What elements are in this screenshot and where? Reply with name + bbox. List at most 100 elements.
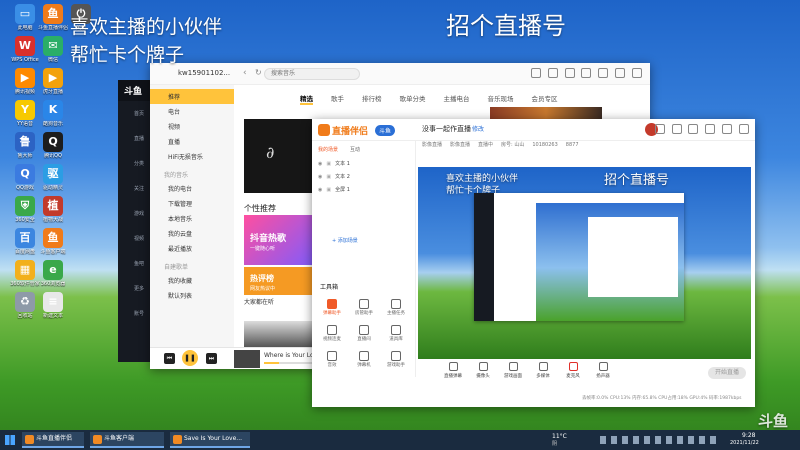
room-title[interactable]: 没事一起作直播 xyxy=(422,124,471,134)
taskbar-item[interactable]: 斗鱼直播伴侣 xyxy=(22,432,84,448)
sidebar-item[interactable]: 视频 xyxy=(150,119,234,134)
app-icon: ▶ xyxy=(43,68,63,88)
scene-item[interactable]: ◉ ▣ 文本 2 xyxy=(312,170,415,183)
sidebar-item[interactable]: 我的云盘 xyxy=(150,226,234,241)
tool-button[interactable]: 游戏助手 xyxy=(380,349,412,375)
source-button[interactable]: 麦克风 xyxy=(558,362,588,379)
taskbar-item[interactable]: Save Is Your Love... xyxy=(170,432,250,448)
sidebar-item[interactable]: 推荐 xyxy=(150,89,234,104)
maximize-icon[interactable] xyxy=(615,68,626,78)
eye-icon[interactable]: ◉ xyxy=(318,161,322,167)
play-pause-icon[interactable]: ❚❚ xyxy=(182,350,198,366)
sidebar-item[interactable]: 我的收藏 xyxy=(150,273,234,288)
add-scene-button[interactable]: + 添加场景 xyxy=(332,237,358,244)
lock-icon[interactable]: ▣ xyxy=(326,174,331,180)
companion-tag[interactable]: 斗鱼 xyxy=(375,125,396,136)
sidebar-item[interactable]: 本地音乐 xyxy=(150,211,234,226)
sidebar-item[interactable]: 电台 xyxy=(150,104,234,119)
tool-button[interactable]: 音效 xyxy=(316,349,348,375)
search-input[interactable] xyxy=(264,68,360,80)
music-tab[interactable]: 歌手 xyxy=(331,93,344,103)
music-tab[interactable]: 排行榜 xyxy=(362,93,382,103)
minimize-icon[interactable] xyxy=(705,124,716,134)
menu-icon[interactable] xyxy=(688,124,699,134)
artist-photo[interactable] xyxy=(244,321,320,347)
back-arrow-icon[interactable]: ‹ xyxy=(243,68,247,78)
weather-temp[interactable]: 11°C xyxy=(552,433,567,440)
desktop-icon[interactable]: e 360浏览器 xyxy=(36,260,70,288)
minimize-icon[interactable] xyxy=(598,68,609,78)
lock-icon[interactable]: ▣ xyxy=(326,187,331,193)
preview-canvas[interactable]: 喜欢主播的小伙伴 帮忙卡个牌子 招个直播号 xyxy=(418,167,751,359)
desktop-icon[interactable]: K 酷狗音乐 xyxy=(36,100,70,128)
source-button[interactable]: 游戏画面 xyxy=(498,362,528,379)
desktop-icon[interactable]: 鱼斗鱼客户端 xyxy=(36,228,70,256)
eye-icon[interactable]: ◉ xyxy=(318,174,322,180)
clock-time[interactable]: 9:28 xyxy=(742,432,755,439)
source-button[interactable]: 扬声器 xyxy=(588,362,618,379)
sidebar-item[interactable]: 我的电台 xyxy=(150,181,234,196)
skin-icon[interactable] xyxy=(547,68,558,78)
card-hot-comments[interactable]: 热评榜 网友热议中 xyxy=(244,267,320,295)
sidebar-item[interactable]: 默认列表 xyxy=(150,288,234,303)
previous-track-icon[interactable]: ⏮ xyxy=(164,353,175,364)
headphone-icon[interactable] xyxy=(530,68,541,78)
desktop-icon[interactable]: 驱驱动精灵 xyxy=(36,164,70,192)
progress-track[interactable] xyxy=(264,362,314,364)
source-button[interactable]: 直播弹幕 xyxy=(438,362,468,379)
weather-text[interactable]: 阴 xyxy=(552,440,557,447)
message-icon[interactable] xyxy=(564,68,575,78)
tool-button[interactable]: 直播间 xyxy=(348,323,380,349)
sidebar-item[interactable]: 下载管理 xyxy=(150,196,234,211)
music-tab[interactable]: 主播电台 xyxy=(444,93,470,103)
close-icon[interactable] xyxy=(632,68,642,78)
scene-tab[interactable]: 互动 xyxy=(350,147,360,153)
tool-button[interactable]: 弹幕机 xyxy=(348,349,380,375)
tool-button[interactable]: 弹幕助手 xyxy=(316,297,348,323)
source-button[interactable]: 多媒体 xyxy=(528,362,558,379)
refresh-icon[interactable]: ↻ xyxy=(255,68,262,77)
music-tab[interactable]: 精选 xyxy=(300,93,313,105)
settings-icon[interactable] xyxy=(581,68,592,78)
scene-tab[interactable]: 我的场景 xyxy=(318,147,338,153)
music-tab[interactable]: 会员专区 xyxy=(532,93,558,103)
app-icon: 植 xyxy=(43,196,63,216)
card-douyin-hot[interactable]: 抖音热歌 一键随心听 xyxy=(244,215,320,265)
scene-item[interactable]: ◉ ▣ 文本 1 xyxy=(312,157,415,170)
desktop-icon[interactable]: Q 腾讯QQ xyxy=(36,132,70,160)
eye-icon[interactable]: ◉ xyxy=(318,187,322,193)
tool-button[interactable]: 视频连麦 xyxy=(316,323,348,349)
tool-button[interactable]: 房管助手 xyxy=(348,297,380,323)
tool-button[interactable]: 道具库 xyxy=(380,323,412,349)
desktop-icon[interactable]: ≡ 新建文本 xyxy=(36,292,70,320)
sidebar-item[interactable]: HiFi无损音乐 xyxy=(150,149,234,164)
room-edit[interactable]: 修改 xyxy=(472,124,484,133)
scene-item[interactable]: ◉ ▣ 全屏 1 xyxy=(312,183,415,196)
sidebar-item[interactable]: 直播 xyxy=(150,134,234,149)
desktop-icon[interactable]: 植植物大战 xyxy=(36,196,70,224)
user-name[interactable]: kw15901102... xyxy=(178,69,230,77)
clock-date[interactable]: 2021/11/22 xyxy=(730,440,759,446)
tool-label: 视频连麦 xyxy=(323,337,341,342)
desktop-icon[interactable]: ▶ 虎牙直播 xyxy=(36,68,70,96)
windows-start-icon[interactable] xyxy=(5,435,15,445)
tool-button[interactable]: 主播任务 xyxy=(380,297,412,323)
music-tab[interactable]: 音乐现场 xyxy=(488,93,514,103)
source-label: 游戏画面 xyxy=(504,374,522,379)
maximize-icon[interactable] xyxy=(722,124,733,134)
album-thumb[interactable] xyxy=(234,350,260,368)
sidebar-item[interactable]: 最近播放 xyxy=(150,241,234,256)
music-tab[interactable]: 歌单分类 xyxy=(400,93,426,103)
recommend-banner[interactable]: ∂ xyxy=(244,119,320,193)
message-icon[interactable] xyxy=(671,124,682,134)
close-icon[interactable] xyxy=(739,124,749,134)
gift-icon[interactable] xyxy=(654,124,665,134)
sidebar-group-title-my-music: 我的音乐 xyxy=(164,172,189,179)
taskbar-item[interactable]: 斗鱼客户端 xyxy=(90,432,164,448)
lock-icon[interactable]: ▣ xyxy=(326,161,331,167)
desktop-icon[interactable]: ✉ 微信 xyxy=(36,36,70,64)
next-track-icon[interactable]: ⏭ xyxy=(206,353,217,364)
source-button[interactable]: 摄像头 xyxy=(468,362,498,379)
source-icon xyxy=(478,362,488,371)
start-live-button[interactable]: 开始直播 xyxy=(708,367,746,379)
